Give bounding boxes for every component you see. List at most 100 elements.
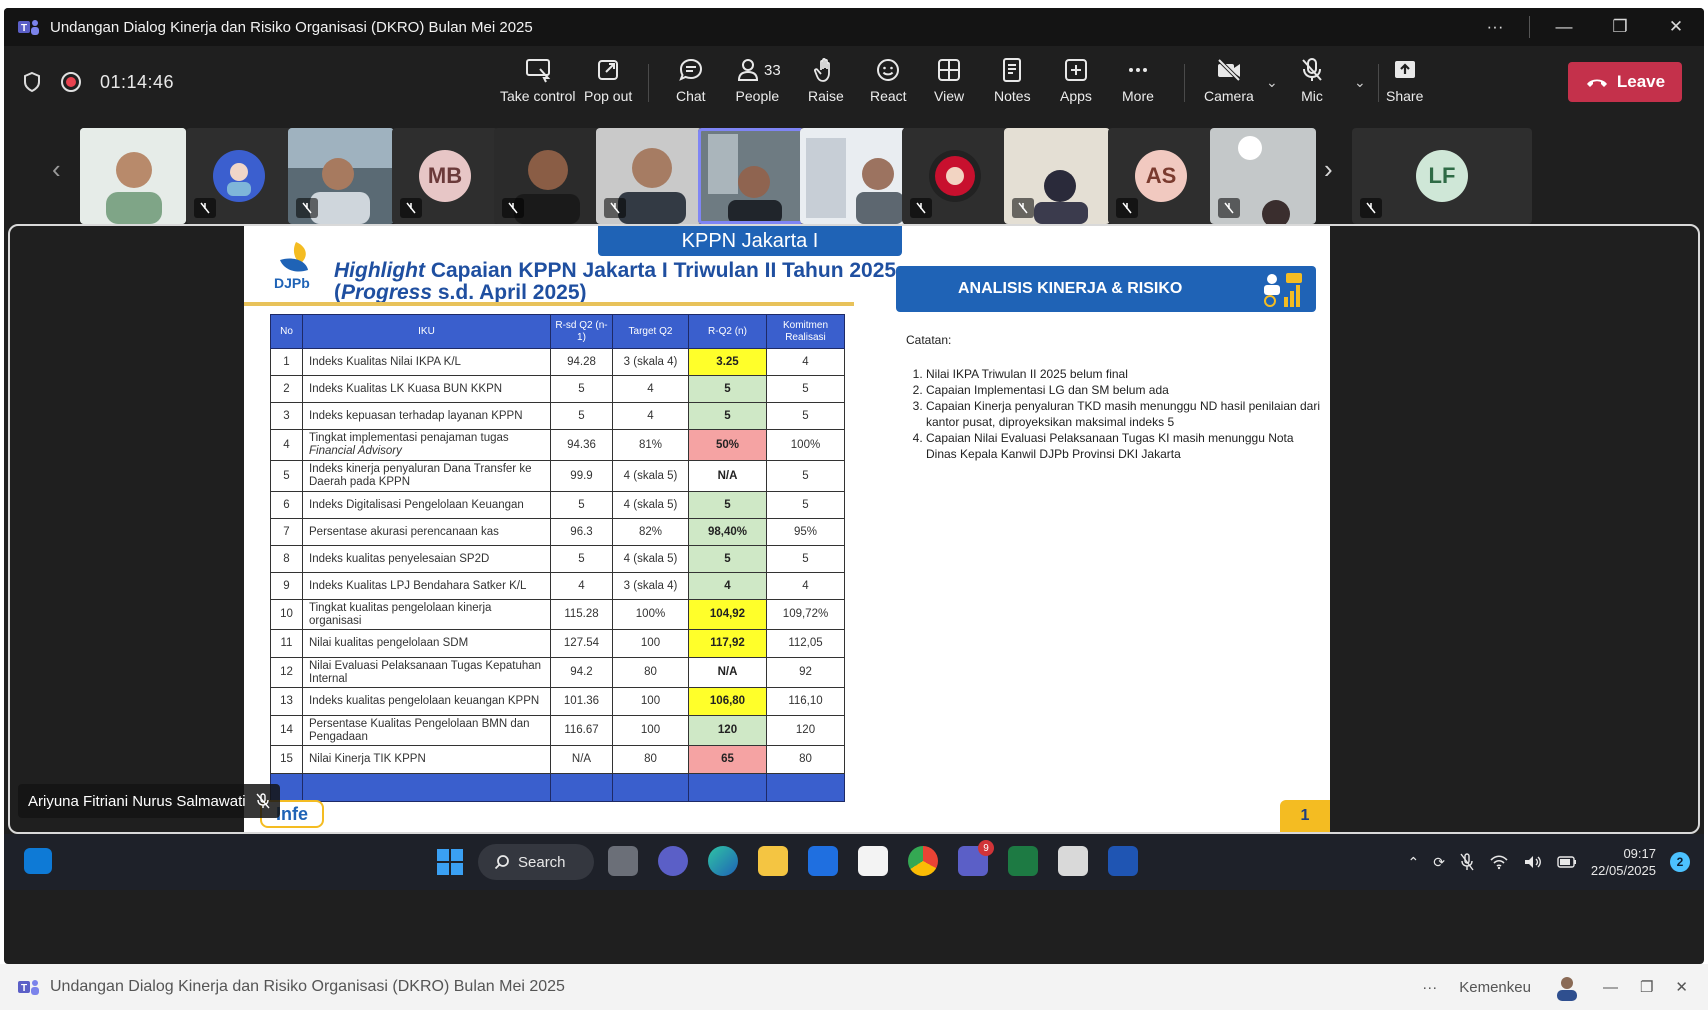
more-button[interactable]: More <box>1122 56 1154 110</box>
notes-icon <box>1003 58 1022 82</box>
participant-tile[interactable] <box>596 128 702 224</box>
notes-button[interactable]: Notes <box>994 56 1031 110</box>
chat-button[interactable]: Chat <box>676 56 706 110</box>
mic-off-icon <box>604 198 626 218</box>
secondary-title-bar: T Undangan Dialog Kinerja dan Risiko Org… <box>0 964 1708 1010</box>
participant-tile[interactable]: MB <box>392 128 498 224</box>
react-label: React <box>870 88 907 104</box>
react-button[interactable]: React <box>870 56 907 110</box>
chrome-icon[interactable] <box>908 846 938 876</box>
secondary-restore-button[interactable]: ❐ <box>1640 978 1653 996</box>
restore-button[interactable]: ❐ <box>1592 8 1648 46</box>
participant-tile[interactable] <box>902 128 1008 224</box>
commitment-cell: 109,72% <box>766 599 845 630</box>
secondary-minimize-button[interactable]: — <box>1603 979 1618 996</box>
windows-start-icon[interactable] <box>436 848 464 876</box>
strip-next-arrow-icon[interactable]: › <box>1324 154 1333 185</box>
wifi-icon[interactable] <box>1489 854 1509 870</box>
take-control-label: Take control <box>500 88 576 104</box>
iku-cell: Nilai Kinerja TIK KPPN <box>302 745 551 774</box>
djpb-logo-icon: DJPb <box>274 242 310 291</box>
strip-prev-arrow-icon[interactable]: ‹ <box>52 154 61 185</box>
user-avatar-icon[interactable] <box>1553 973 1581 1001</box>
row-number: 6 <box>270 491 303 519</box>
minimize-button[interactable]: — <box>1536 8 1592 46</box>
notification-count-badge[interactable]: 2 <box>1670 852 1690 872</box>
leave-label: Leave <box>1616 72 1666 91</box>
mic-muted-tray-icon[interactable] <box>1459 853 1475 871</box>
view-button[interactable]: View <box>934 56 964 110</box>
participant-tile[interactable] <box>288 128 394 224</box>
camera-options-chevron-icon[interactable]: ⌄ <box>1266 74 1278 91</box>
iku-cell: Tingkat kualitas pengelolaan kinerja org… <box>302 599 551 630</box>
battery-icon[interactable] <box>1557 855 1577 869</box>
camera-button[interactable]: Camera <box>1204 56 1254 110</box>
participants-strip: ‹ MB AS › LF <box>4 118 1704 224</box>
target-cell: 4 <box>612 402 689 430</box>
task-view-icon[interactable] <box>608 846 638 876</box>
participant-tile[interactable]: LF <box>1352 128 1532 224</box>
search-label: Search <box>518 853 566 871</box>
dropbox-icon[interactable] <box>808 846 838 876</box>
edge-browser-icon[interactable] <box>708 846 738 876</box>
secondary-more-button[interactable]: ··· <box>1422 979 1437 996</box>
participant-tile[interactable] <box>186 128 292 224</box>
participant-tile[interactable] <box>800 128 906 224</box>
apps-label: Apps <box>1060 88 1092 104</box>
more-options-button[interactable]: ··· <box>1467 8 1523 46</box>
leave-button[interactable]: Leave <box>1568 62 1682 102</box>
participant-tile[interactable] <box>80 128 186 224</box>
realization-cell: 4 <box>688 572 767 600</box>
secondary-close-button[interactable]: ✕ <box>1675 978 1688 996</box>
widgets-icon[interactable] <box>24 848 52 874</box>
people-button[interactable]: 33 People <box>734 56 781 110</box>
participant-tile[interactable] <box>1210 128 1316 224</box>
sync-icon[interactable]: ⟳ <box>1433 854 1445 871</box>
snipping-tool-icon[interactable] <box>1058 846 1088 876</box>
teams-logo-icon: T <box>18 20 39 35</box>
commitment-cell: 5 <box>766 460 845 492</box>
participant-tile-selected[interactable] <box>698 128 804 224</box>
share-button[interactable]: Share <box>1386 56 1423 110</box>
taskbar-clock[interactable]: 09:17 22/05/2025 <box>1591 845 1656 879</box>
avatar <box>929 150 981 202</box>
mic-options-chevron-icon[interactable]: ⌄ <box>1354 74 1366 91</box>
participant-tile[interactable] <box>494 128 600 224</box>
commitment-cell: 5 <box>766 402 845 430</box>
raise-hand-button[interactable]: Raise <box>808 56 844 110</box>
prev-realization-cell: 116.67 <box>550 715 613 746</box>
taskbar-search[interactable]: Search <box>478 844 594 880</box>
apps-button[interactable]: Apps <box>1060 56 1092 110</box>
mic-button[interactable]: Mic <box>1298 56 1326 110</box>
microsoft-store-icon[interactable] <box>858 846 888 876</box>
meet-chat-icon[interactable] <box>658 846 688 876</box>
iku-cell: Indeks kualitas penyelesaian SP2D <box>302 545 551 573</box>
target-cell: 80 <box>612 745 689 774</box>
participant-tile[interactable] <box>1004 128 1110 224</box>
smiley-icon <box>877 59 900 81</box>
realization-cell: 65 <box>688 745 767 774</box>
target-cell: 81% <box>612 429 689 461</box>
commitment-cell: 112,05 <box>766 629 845 658</box>
slide-page-number: 1 <box>1280 800 1330 832</box>
shield-icon[interactable] <box>22 71 42 93</box>
svg-text:T: T <box>21 983 27 994</box>
pop-out-button[interactable]: Pop out <box>584 56 632 110</box>
target-cell: 3 (skala 4) <box>612 572 689 600</box>
chevron-up-icon[interactable]: ⌃ <box>1407 854 1419 871</box>
shared-content-stage: KPPN Jakarta I DJPb Highlight Capaian KP… <box>8 224 1700 834</box>
table-row: 1 Indeks Kualitas Nilai IKPA K/L 94.28 3 (s… <box>270 348 845 376</box>
row-number: 7 <box>270 518 303 546</box>
word-icon[interactable] <box>1108 846 1138 876</box>
take-control-button[interactable]: Take control <box>500 56 575 110</box>
people-icon <box>737 59 759 81</box>
share-icon <box>1394 61 1415 78</box>
participant-tile[interactable]: AS <box>1108 128 1214 224</box>
realization-cell: 98,40% <box>688 518 767 546</box>
column-header: No <box>270 314 303 349</box>
close-button[interactable]: ✕ <box>1648 8 1704 46</box>
prev-realization-cell: 5 <box>550 491 613 519</box>
excel-icon[interactable] <box>1008 846 1038 876</box>
volume-icon[interactable] <box>1523 854 1543 870</box>
file-explorer-icon[interactable] <box>758 846 788 876</box>
